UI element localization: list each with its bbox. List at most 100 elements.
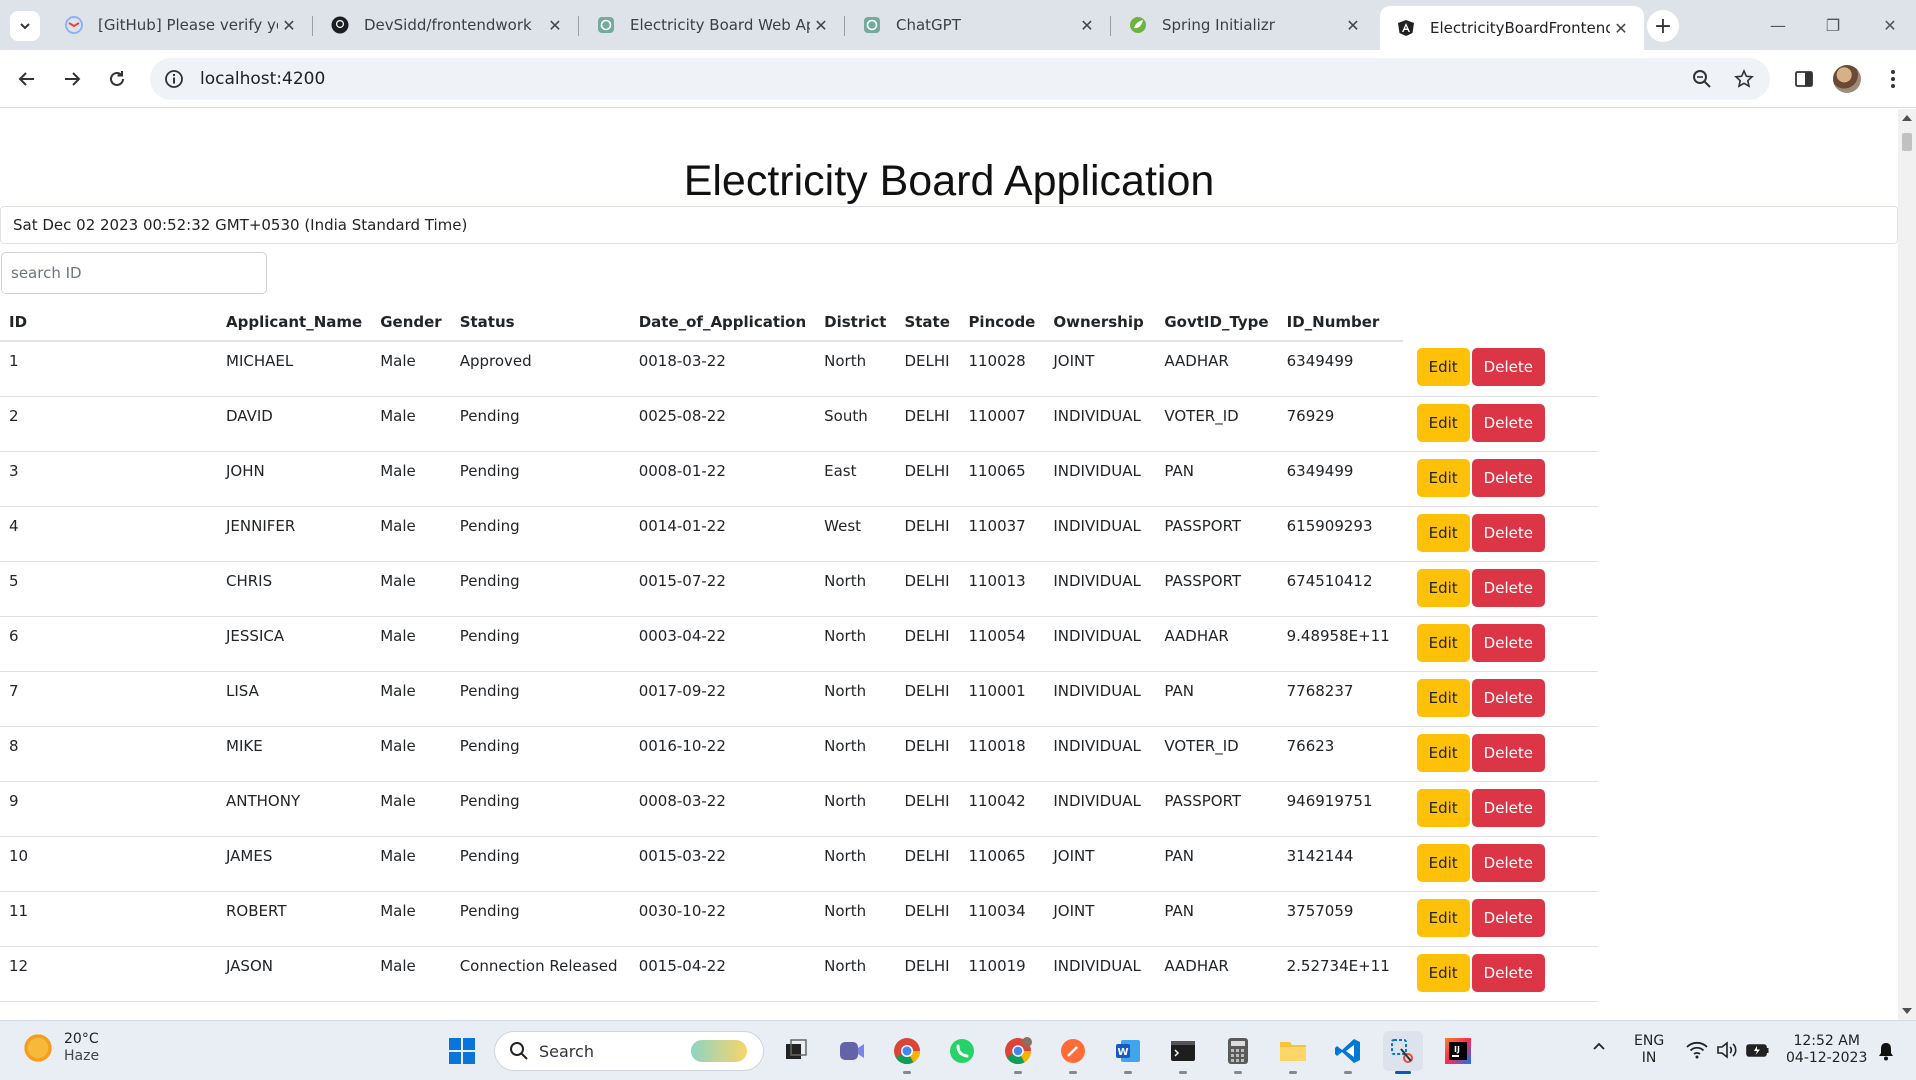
reload-button[interactable] [100,62,134,96]
edit-button[interactable]: Edit [1416,403,1470,442]
weather-widget[interactable]: 20°C Haze [22,1031,99,1065]
column-header-status: Status [450,304,630,342]
edit-button[interactable]: Edit [1416,348,1470,386]
cell-id: 8 [0,726,217,782]
window-close-button[interactable]: ✕ [1870,10,1910,40]
back-button[interactable] [10,62,44,96]
delete-button[interactable]: Delete [1471,348,1545,386]
clock-date: 04-12-2023 [1786,1050,1868,1066]
cell-ownership: INDIVIDUAL [1044,781,1156,837]
taskbar-app-chrome-profile[interactable] [998,1031,1038,1074]
zoom-icon[interactable] [1686,63,1718,95]
cell-id-number: 3757059 [1277,891,1403,947]
close-icon[interactable]: ✕ [1076,14,1098,36]
network-status[interactable] [1686,1041,1708,1064]
close-icon[interactable]: ✕ [278,14,300,36]
edit-button[interactable]: Edit [1416,513,1470,552]
vertical-scrollbar[interactable] [1898,109,1916,1020]
cell-state: DELHI [895,396,960,452]
taskbar-app-calculator[interactable] [1218,1031,1258,1074]
side-panel-button[interactable] [1787,62,1821,96]
forward-button[interactable] [55,62,89,96]
battery-status[interactable] [1746,1041,1770,1064]
taskbar-app-vscode[interactable] [1328,1031,1368,1074]
address-bar[interactable]: localhost:4200 [150,58,1770,100]
delete-button[interactable]: Delete [1471,623,1545,662]
edit-button[interactable]: Edit [1416,843,1470,882]
cell-applicant-name: JENNIFER [217,506,372,562]
taskbar-app-chrome[interactable] [887,1031,927,1074]
show-hidden-icons-button[interactable] [1592,1039,1606,1058]
arrow-right-icon [65,72,81,86]
edit-button[interactable]: Edit [1416,458,1470,497]
browser-menu-button[interactable] [1876,62,1910,96]
language-indicator[interactable]: ENG IN [1634,1033,1664,1067]
search-input[interactable] [1,252,267,294]
browser-tab-gmail[interactable]: [GitHub] Please verify your ✕ [48,8,313,42]
taskbar-app-snipping-tool[interactable] [1383,1031,1423,1074]
svg-text:W: W [1117,1047,1128,1058]
cell-district: North [815,781,896,837]
delete-button[interactable]: Delete [1471,678,1545,717]
tab-search-button[interactable] [10,11,40,41]
cell-id-number: 6349499 [1277,341,1403,397]
delete-button[interactable]: Delete [1471,733,1545,772]
browser-tab-electricity-frontend[interactable]: ElectricityBoardFrontend ✕ [1380,6,1644,50]
cell-pincode: 110013 [959,561,1045,617]
taskbar-app-intellij[interactable]: IJ [1438,1031,1478,1071]
browser-tab-chatgpt[interactable]: ChatGPT ✕ [846,8,1111,42]
taskbar-app-postman[interactable] [1053,1031,1093,1074]
cell-id: 2 [0,396,217,452]
browser-tab-spring-initializr[interactable]: Spring Initializr ✕ [1112,8,1376,42]
scroll-up-icon[interactable] [1902,115,1912,121]
start-button[interactable] [442,1031,482,1071]
close-icon[interactable]: ✕ [1342,14,1364,36]
scrollbar-thumb[interactable] [1902,133,1912,151]
taskbar-app-taskview[interactable] [776,1031,816,1071]
browser-tab-electricity-web-app[interactable]: Electricity Board Web App ✕ [580,8,845,42]
scroll-down-icon[interactable] [1902,1008,1912,1014]
edit-button[interactable]: Edit [1416,568,1470,607]
bookmark-star-icon[interactable] [1728,63,1760,95]
edit-button[interactable]: Edit [1416,678,1470,717]
delete-button[interactable]: Delete [1471,788,1545,827]
restore-button[interactable]: ❐ [1813,10,1853,40]
taskbar-app-whatsapp[interactable] [942,1031,982,1071]
edit-button[interactable]: Edit [1416,898,1470,937]
taskbar-app-file-explorer[interactable] [1273,1031,1313,1074]
new-tab-button[interactable]: + [1647,10,1679,42]
svg-text:IJ: IJ [1454,1045,1460,1054]
edit-button[interactable]: Edit [1416,733,1470,772]
cell-status: Pending [450,561,630,617]
close-icon[interactable]: ✕ [544,14,566,36]
edit-button[interactable]: Edit [1416,623,1470,662]
taskbar-app-word[interactable]: W [1108,1031,1148,1074]
cell-pincode: 110034 [959,891,1045,947]
delete-button[interactable]: Delete [1471,403,1545,442]
browser-tab-github[interactable]: DevSidd/frontendwork ✕ [314,8,579,42]
clock[interactable]: 12:52 AM 04-12-2023 [1786,1033,1867,1067]
edit-button[interactable]: Edit [1416,788,1470,827]
profile-avatar[interactable] [1833,65,1861,93]
cell-gender: Male [371,836,451,892]
edit-button[interactable]: Edit [1416,953,1470,992]
delete-button[interactable]: Delete [1471,953,1545,992]
url-text[interactable]: localhost:4200 [200,69,1686,89]
delete-button[interactable]: Delete [1471,458,1545,497]
close-icon[interactable]: ✕ [1610,17,1632,39]
taskbar-search-box[interactable]: Search [494,1031,764,1071]
notification-center[interactable] [1876,1041,1896,1066]
taskbar-app-terminal[interactable] [1163,1031,1203,1074]
close-icon[interactable]: ✕ [810,14,832,36]
cell-id-number: 946919751 [1277,781,1403,837]
minimize-button[interactable]: — [1758,10,1798,40]
taskbar-app-teams[interactable] [832,1031,872,1071]
delete-button[interactable]: Delete [1471,568,1545,607]
cell-id-number: 7768237 [1277,671,1403,727]
site-info-icon[interactable] [164,69,184,89]
delete-button[interactable]: Delete [1471,898,1545,937]
cell-gender: Male [371,506,451,562]
delete-button[interactable]: Delete [1471,513,1545,552]
delete-button[interactable]: Delete [1471,843,1545,882]
volume-control[interactable] [1716,1041,1738,1064]
